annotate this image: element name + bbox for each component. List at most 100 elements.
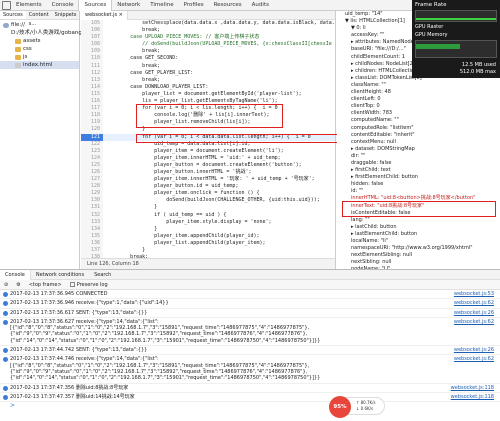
filter-icon[interactable]: ⚙ — [16, 282, 20, 288]
scope-property[interactable]: dir: "" — [337, 153, 500, 160]
line-number[interactable]: 111 — [81, 62, 103, 70]
tab-audits[interactable]: Audits — [247, 0, 274, 11]
scope-property[interactable]: clientWidth: 783 — [337, 110, 500, 117]
tab-timeline[interactable]: Timeline — [145, 0, 178, 11]
scope-property[interactable]: ▸ firstElementChild: button — [337, 174, 500, 181]
code-line: 108 // doSend(buildJson(UPLOAD_PIECE_MOV… — [81, 41, 335, 49]
line-number[interactable]: 117 — [81, 105, 103, 113]
editor-status-bar: Line 126, Column 18 — [81, 258, 335, 269]
scope-property[interactable]: clientLeft: 0 — [337, 96, 500, 103]
tab-resources[interactable]: Resources — [209, 0, 247, 11]
line-number[interactable]: 122 — [81, 140, 103, 148]
scope-property[interactable]: className: "" — [337, 82, 500, 89]
tab-console[interactable]: Console — [47, 0, 79, 11]
line-number[interactable]: 106 — [81, 27, 103, 35]
folder-icon — [15, 38, 21, 44]
tab-elements[interactable]: Elements — [11, 0, 47, 11]
scope-property[interactable]: ▸ lastElementChild: button — [337, 231, 500, 238]
console-tab[interactable]: Search — [89, 270, 116, 280]
line-number[interactable]: 129 — [81, 190, 103, 198]
line-number[interactable]: 127 — [81, 176, 103, 184]
line-number[interactable]: 134 — [81, 225, 103, 233]
line-number[interactable]: 113 — [81, 76, 103, 84]
tree-item-label: index.html — [23, 62, 53, 68]
clear-console-icon[interactable]: ⊘ — [4, 282, 8, 288]
scope-property[interactable]: draggable: false — [337, 160, 500, 167]
preserve-log-label: Preserve log — [76, 281, 108, 288]
scope-property[interactable]: ▸ firstChild: text — [337, 167, 500, 174]
line-number[interactable]: 131 — [81, 204, 103, 212]
scope-property[interactable]: contextMenu: null — [337, 139, 500, 146]
line-number[interactable]: 133 — [81, 218, 103, 226]
tab-network[interactable]: Network — [112, 0, 145, 11]
scope-property[interactable]: ▸ dataset: DOMStringMap — [337, 146, 500, 153]
scope-property[interactable]: lang: "" — [337, 217, 500, 224]
line-number[interactable]: 135 — [81, 232, 103, 240]
log-source-link[interactable]: websocket.js:62 — [454, 319, 494, 325]
tree-item[interactable]: js — [0, 53, 79, 61]
line-number[interactable]: 112 — [81, 69, 103, 77]
tree-item[interactable]: css — [0, 45, 79, 53]
scope-property[interactable]: computedName: "" — [337, 117, 500, 124]
scope-property[interactable]: localName: "li" — [337, 238, 500, 245]
tree-item[interactable]: index.html — [0, 61, 79, 69]
tree-item[interactable]: D:/技术/小人类游戏/gobang — [0, 29, 82, 37]
line-number[interactable]: 136 — [81, 239, 103, 247]
tree-item[interactable]: file:// — [0, 21, 79, 29]
scope-property[interactable]: namespaceURI: "http://www.w3.org/1999/xh… — [337, 245, 500, 252]
navigator-tab[interactable]: Content s... — [26, 11, 52, 27]
line-number[interactable]: 118 — [81, 112, 103, 120]
log-source-link[interactable]: websocket.js:118 — [451, 385, 494, 391]
line-number[interactable]: 132 — [81, 211, 103, 219]
tree-item[interactable]: assets — [0, 37, 79, 45]
line-number[interactable]: 116 — [81, 98, 103, 106]
log-source-link[interactable]: websocket.js:53 — [454, 291, 494, 297]
line-code: player_list.appendChild(player_item); — [106, 239, 266, 246]
network-speed-widget[interactable]: 95% ↑ 80.7K/s ↓ 0.6K/s — [329, 396, 385, 418]
line-number[interactable]: 123 — [81, 147, 103, 155]
scope-property[interactable]: nextElementSibling: null — [337, 252, 500, 259]
line-number[interactable]: 107 — [81, 34, 103, 42]
log-source-link[interactable]: websocket.js:62 — [454, 300, 494, 306]
line-number[interactable]: 125 — [81, 161, 103, 169]
line-number[interactable]: 121 — [81, 133, 103, 141]
scope-property[interactable]: clientTop: 0 — [337, 103, 500, 110]
console-prompt[interactable]: > — [0, 402, 500, 409]
scope-property[interactable]: nextSibling: null — [337, 259, 500, 266]
log-source-link[interactable]: websocket.js:118 — [451, 394, 494, 400]
line-code: // doSend(buildJson(UPLOAD_PIECE_MOVES, … — [106, 41, 332, 48]
console-tab[interactable]: Network conditions — [31, 270, 89, 280]
code-line: 133 player_item.style.display = 'none'; — [81, 218, 335, 226]
scope-property[interactable]: contentEditable: "inherit" — [337, 132, 500, 139]
navigator-tab[interactable]: Sources — [0, 11, 26, 19]
inspect-icon[interactable] — [2, 0, 11, 10]
line-number[interactable]: 105 — [81, 20, 103, 28]
line-number[interactable]: 110 — [81, 55, 103, 63]
line-number[interactable]: 108 — [81, 41, 103, 49]
line-number[interactable]: 120 — [81, 126, 103, 134]
log-source-link[interactable]: websocket.js:62 — [454, 356, 494, 362]
line-number[interactable]: 124 — [81, 154, 103, 162]
preserve-log-toggle[interactable]: Preserve log — [69, 281, 108, 288]
line-number[interactable]: 130 — [81, 197, 103, 205]
line-number[interactable]: 115 — [81, 90, 103, 99]
tab-profiles[interactable]: Profiles — [179, 0, 209, 11]
frame-selector[interactable]: <top frame> — [29, 282, 62, 288]
file-tab-websocket[interactable]: websocket.js × — [81, 10, 128, 20]
scope-property[interactable]: clientHeight: 48 — [337, 89, 500, 96]
tab-sources[interactable]: Sources — [78, 0, 113, 11]
log-source-link[interactable]: websocket.js:26 — [454, 347, 494, 353]
line-number[interactable]: 119 — [81, 119, 103, 127]
line-number[interactable]: 128 — [81, 183, 103, 191]
scope-property[interactable]: ▸ lastChild: button — [337, 224, 500, 231]
console-tab[interactable]: Console — [0, 269, 31, 280]
log-source-link[interactable]: websocket.js:26 — [454, 310, 494, 316]
line-number[interactable]: 126 — [81, 168, 103, 177]
navigator-tab[interactable]: Snippets — [52, 11, 80, 19]
line-number[interactable]: 137 — [81, 247, 103, 255]
scope-property[interactable]: computedRole: "listitem" — [337, 125, 500, 132]
line-number[interactable]: 109 — [81, 48, 103, 56]
line-number[interactable]: 114 — [81, 83, 103, 91]
line-code: player_item.style.display = 'none'; — [106, 218, 272, 225]
scope-property[interactable]: hidden: false — [337, 181, 500, 188]
